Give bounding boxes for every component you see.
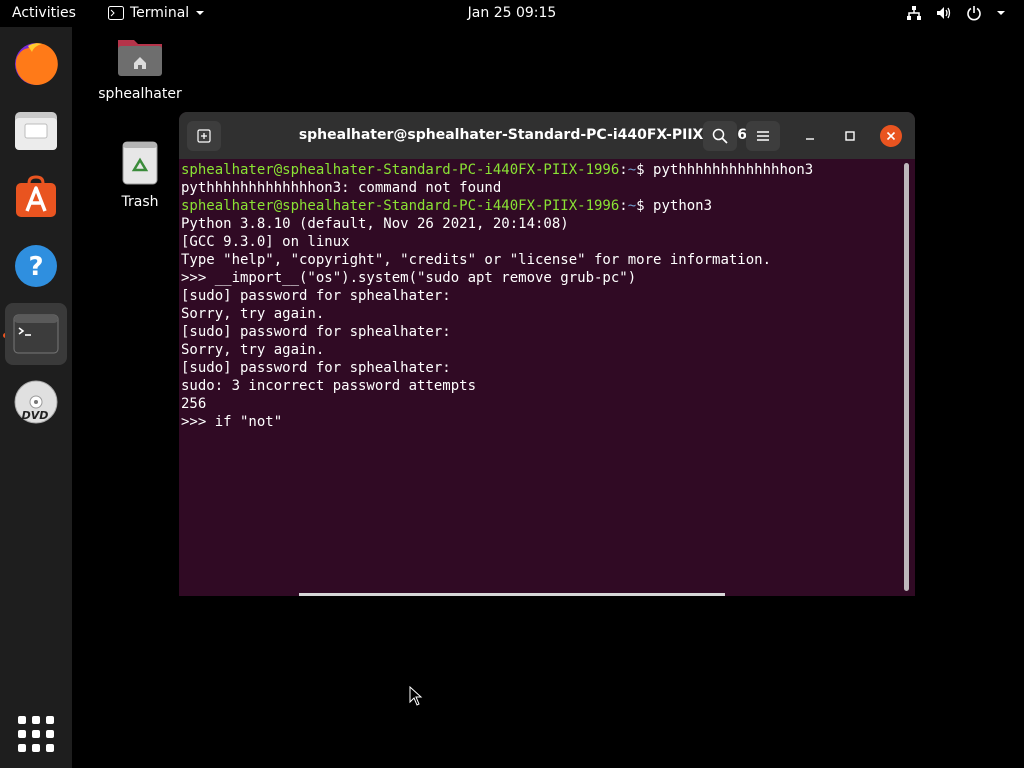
terminal-output-line: sudo: 3 incorrect password attempts (181, 378, 477, 394)
desktop-home-folder[interactable]: sphealhater (96, 36, 184, 102)
terminal-output-line: 256 (181, 396, 207, 412)
prompt-colon: : (619, 162, 628, 178)
svg-text:DVD: DVD (22, 409, 49, 422)
horizontal-scroll-indicator (299, 593, 725, 596)
clock[interactable]: Jan 25 09:15 (468, 5, 557, 21)
search-icon (712, 128, 728, 144)
app-menu[interactable]: Terminal (108, 5, 205, 21)
prompt-dollar: $ (636, 198, 645, 214)
desktop-trash-label: Trash (121, 194, 159, 210)
maximize-icon (845, 131, 855, 141)
system-tray[interactable] (906, 5, 1006, 21)
terminal-prompt-line: sphealhater@sphealhater-Standard-PC-i440… (181, 161, 901, 179)
maximize-button[interactable] (839, 125, 861, 147)
close-icon (886, 131, 896, 141)
terminal-output-line: >>> if "not" (181, 414, 283, 430)
app-menu-label: Terminal (130, 5, 190, 21)
power-icon[interactable] (966, 5, 982, 21)
dvd-icon: DVD (14, 380, 58, 424)
close-button[interactable] (880, 125, 902, 147)
terminal-output-line: [sudo] password for sphealhater: (181, 288, 451, 304)
new-tab-button[interactable] (187, 121, 221, 151)
dock-item-firefox[interactable] (8, 36, 64, 92)
home-folder-icon (118, 40, 162, 76)
dock-item-dvd[interactable]: DVD (8, 374, 64, 430)
minimize-button[interactable] (799, 125, 821, 147)
prompt-path: ~ (627, 162, 637, 178)
terminal-output-line: [sudo] password for sphealhater: (181, 360, 451, 376)
minimize-icon (806, 138, 814, 140)
menu-button[interactable] (746, 121, 780, 151)
terminal-window: sphealhater@sphealhater-Standard-PC-i440… (179, 112, 915, 596)
firefox-icon (15, 42, 58, 85)
dock-item-help[interactable]: ? (8, 238, 64, 294)
terminal-icon (13, 314, 59, 354)
terminal-prompt-line: sphealhater@sphealhater-Standard-PC-i440… (181, 197, 901, 215)
new-tab-icon (197, 129, 211, 143)
dock-item-files[interactable] (8, 103, 64, 159)
top-bar: Activities Terminal Jan 25 09:15 (0, 0, 1024, 27)
vertical-scrollbar[interactable] (904, 163, 909, 591)
trash-icon (122, 141, 158, 185)
terminal-output-line: pythhhhhhhhhhhhhon3: command not found (181, 180, 502, 196)
prompt-path: ~ (627, 198, 637, 214)
chevron-down-icon[interactable] (996, 9, 1006, 17)
activities-button[interactable]: Activities (12, 5, 76, 21)
prompt-dollar: $ (636, 162, 645, 178)
dock-item-terminal[interactable] (5, 303, 67, 365)
terminal-output-line: Sorry, try again. (181, 306, 325, 322)
prompt-user-host: sphealhater@sphealhater-Standard-PC-i440… (181, 162, 620, 178)
network-icon[interactable] (906, 5, 922, 21)
terminal-output[interactable]: sphealhater@sphealhater-Standard-PC-i440… (181, 161, 901, 593)
software-icon (16, 175, 56, 217)
files-icon (15, 112, 57, 150)
dock: ? DVD (0, 27, 72, 768)
prompt-colon: : (619, 198, 628, 214)
desktop-home-label: sphealhater (98, 86, 182, 102)
terminal-small-icon (108, 6, 124, 20)
desktop-trash[interactable]: Trash (110, 140, 170, 210)
mouse-pointer-icon (409, 686, 423, 706)
svg-text:?: ? (28, 252, 43, 282)
prompt-command: python3 (644, 198, 713, 214)
prompt-user-host: sphealhater@sphealhater-Standard-PC-i440… (181, 198, 620, 214)
terminal-output-line: [GCC 9.3.0] on linux (181, 234, 350, 250)
help-icon: ? (15, 245, 57, 287)
search-button[interactable] (703, 121, 737, 151)
volume-icon[interactable] (936, 5, 952, 21)
terminal-output-line: Python 3.8.10 (default, Nov 26 2021, 20:… (181, 216, 569, 232)
show-applications-button[interactable] (18, 716, 54, 752)
terminal-output-line: Sorry, try again. (181, 342, 325, 358)
prompt-command: pythhhhhhhhhhhhhon3 (644, 162, 814, 178)
terminal-output-line: >>> __import__("os").system("sudo apt re… (181, 270, 637, 286)
hamburger-menu-icon (757, 131, 769, 141)
dock-item-ubuntu-software[interactable] (8, 170, 64, 226)
terminal-output-line: Type "help", "copyright", "credits" or "… (181, 252, 772, 268)
window-titlebar[interactable]: sphealhater@sphealhater-Standard-PC-i440… (179, 112, 915, 159)
chevron-down-icon (196, 11, 205, 15)
terminal-output-line: [sudo] password for sphealhater: (181, 324, 451, 340)
